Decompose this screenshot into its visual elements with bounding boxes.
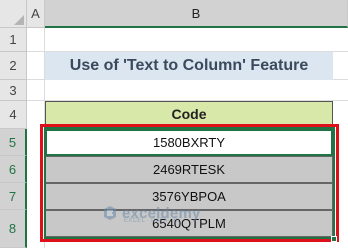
select-all-corner[interactable]: [0, 0, 27, 28]
column-header-a[interactable]: A: [27, 0, 45, 28]
highlight-box: [40, 124, 339, 242]
row-header-2[interactable]: 2: [0, 52, 27, 80]
row-header-5[interactable]: 5: [0, 129, 27, 156]
row-header-6[interactable]: 6: [0, 156, 27, 183]
watermark: exceldemy EXCEL · DATA · BI: [102, 202, 252, 224]
sheet-title[interactable]: Use of 'Text to Column' Feature: [45, 52, 333, 80]
exceldemy-logo-icon: [104, 206, 116, 220]
fill-handle[interactable]: [331, 236, 337, 242]
row-header-7[interactable]: 7: [0, 183, 27, 210]
select-all-triangle-icon: [14, 15, 24, 25]
column-header-b[interactable]: B: [45, 0, 348, 28]
row-header-4[interactable]: 4: [0, 101, 27, 129]
row-header-1[interactable]: 1: [0, 28, 27, 52]
row-header-8[interactable]: 8: [0, 210, 27, 248]
row-header-3[interactable]: 3: [0, 80, 27, 101]
watermark-tagline: EXCEL · DATA · BI: [124, 218, 180, 224]
